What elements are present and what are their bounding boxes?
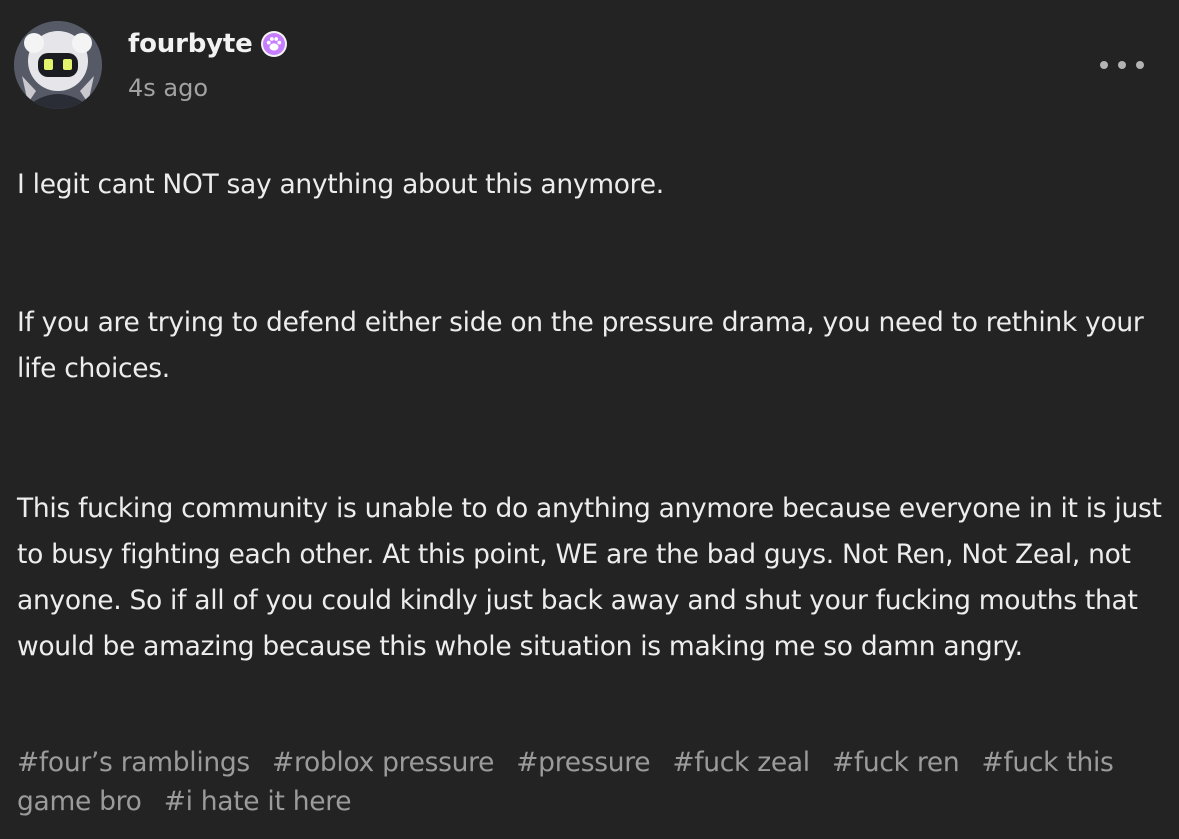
post-paragraph: I legit cant NOT say anything about this…: [17, 169, 664, 200]
tag-link[interactable]: #pressure: [516, 747, 650, 778]
tag-link[interactable]: #fuck ren: [832, 747, 960, 778]
tag-link[interactable]: #four’s ramblings: [17, 747, 250, 778]
robot-avatar-icon: [14, 21, 102, 109]
tag-link[interactable]: #i hate it here: [164, 786, 352, 817]
author-username[interactable]: fourbyte: [128, 29, 253, 59]
paw-badge-icon: [260, 30, 288, 58]
dot: [1136, 61, 1144, 69]
post-paragraph: If you are trying to defend either side …: [17, 307, 1144, 384]
dot: [1100, 61, 1108, 69]
tag-link[interactable]: #roblox pressure: [272, 747, 494, 778]
post-tags: #four’s ramblings #roblox pressure #pres…: [17, 743, 1162, 821]
avatar[interactable]: [14, 21, 102, 109]
post-paragraph: This fucking community is unable to do a…: [17, 493, 1162, 662]
dot: [1118, 61, 1126, 69]
more-dots-icon[interactable]: [1100, 56, 1144, 74]
author-name-row: fourbyte: [128, 29, 288, 59]
post-timestamp: 4s ago: [128, 74, 209, 102]
tag-link[interactable]: #fuck zeal: [672, 747, 810, 778]
